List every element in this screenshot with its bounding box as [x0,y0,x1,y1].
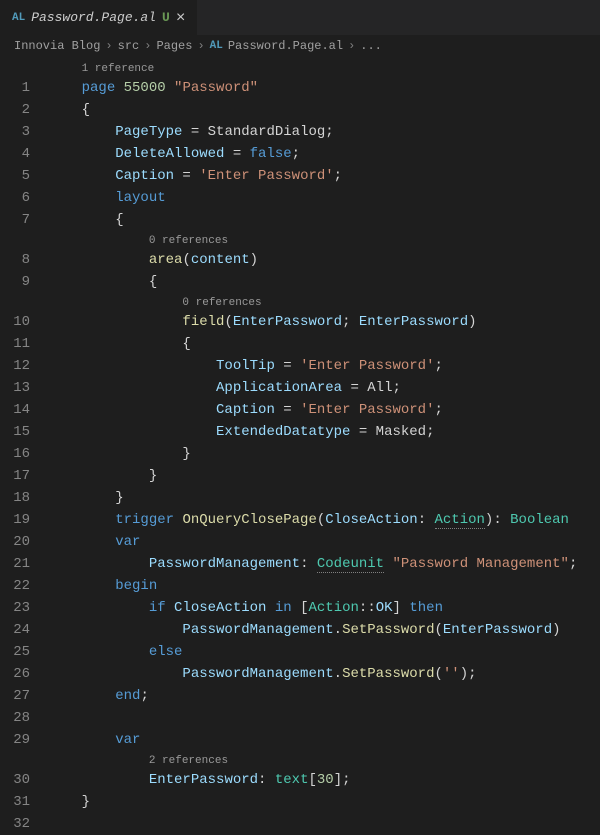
code-line[interactable]: 5 Caption = 'Enter Password'; [0,165,600,187]
line-number: 27 [0,685,48,707]
line-number: 22 [0,575,48,597]
code-editor[interactable]: 1 reference 1 page 55000 "Password" 2 { … [0,57,600,835]
code-line[interactable]: 3 PageType = StandardDialog; [0,121,600,143]
line-number: 31 [0,791,48,813]
code-line[interactable]: 2 { [0,99,600,121]
code-line[interactable]: 11 { [0,333,600,355]
line-number: 9 [0,271,48,293]
code-line[interactable]: 27 end; [0,685,600,707]
line-number: 19 [0,509,48,531]
line-number: 32 [0,813,48,835]
codelens-reference[interactable]: 2 references [149,755,228,767]
line-number: 4 [0,143,48,165]
line-number: 10 [0,311,48,333]
line-number: 8 [0,249,48,271]
code-line[interactable]: 29 var [0,729,600,751]
breadcrumb-file[interactable]: Password.Page.al [228,39,343,53]
chevron-right-icon: › [348,39,355,53]
breadcrumb-part[interactable]: Innovia Blog [14,39,100,53]
breadcrumb-part[interactable]: src [118,39,140,53]
close-icon[interactable]: × [176,9,186,27]
code-line[interactable]: 6 layout [0,187,600,209]
code-line[interactable]: 26 PasswordManagement.SetPassword(''); [0,663,600,685]
breadcrumb[interactable]: Innovia Blog › src › Pages › AL Password… [0,35,600,57]
line-number: 7 [0,209,48,231]
codelens-reference[interactable]: 0 references [182,297,261,309]
line-number: 14 [0,399,48,421]
line-number: 26 [0,663,48,685]
codelens-reference[interactable]: 1 reference [82,63,155,75]
line-number: 12 [0,355,48,377]
line-number: 29 [0,729,48,751]
line-number: 17 [0,465,48,487]
line-number: 6 [0,187,48,209]
code-line[interactable]: 9 { [0,271,600,293]
code-line[interactable]: 17 } [0,465,600,487]
code-line[interactable]: 25 else [0,641,600,663]
line-number: 25 [0,641,48,663]
line-number: 23 [0,597,48,619]
code-line[interactable]: 18 } [0,487,600,509]
code-line[interactable]: 24 PasswordManagement.SetPassword(EnterP… [0,619,600,641]
tab-lang-badge: AL [12,12,25,24]
line-number: 30 [0,769,48,791]
line-number: 11 [0,333,48,355]
chevron-right-icon: › [197,39,204,53]
code-line[interactable]: 8 area(content) [0,249,600,271]
code-line[interactable]: 13 ApplicationArea = All; [0,377,600,399]
code-line[interactable]: 16 } [0,443,600,465]
code-line[interactable]: 10 field(EnterPassword; EnterPassword) [0,311,600,333]
code-line[interactable]: 1 page 55000 "Password" [0,77,600,99]
code-line[interactable]: 14 Caption = 'Enter Password'; [0,399,600,421]
codelens-reference[interactable]: 0 references [149,235,228,247]
line-number: 20 [0,531,48,553]
code-line[interactable]: 32 [0,813,600,835]
line-number: 21 [0,553,48,575]
tab-password-page[interactable]: AL Password.Page.al U × [0,0,198,35]
breadcrumb-lang-badge: AL [210,40,223,52]
breadcrumb-part[interactable]: Pages [156,39,192,53]
code-line[interactable]: 23 if CloseAction in [Action::OK] then [0,597,600,619]
code-line[interactable]: 30 EnterPassword: text[30]; [0,769,600,791]
line-number: 15 [0,421,48,443]
tab-modified-indicator: U [162,10,170,25]
code-line[interactable]: 28 [0,707,600,729]
code-line[interactable]: 15 ExtendedDatatype = Masked; [0,421,600,443]
code-line[interactable]: 4 DeleteAllowed = false; [0,143,600,165]
chevron-right-icon: › [105,39,112,53]
chevron-right-icon: › [144,39,151,53]
line-number: 16 [0,443,48,465]
breadcrumb-more[interactable]: ... [360,39,382,53]
code-line[interactable]: 12 ToolTip = 'Enter Password'; [0,355,600,377]
line-number: 24 [0,619,48,641]
line-number: 13 [0,377,48,399]
line-number: 1 [0,77,48,99]
line-number: 2 [0,99,48,121]
tab-bar: AL Password.Page.al U × [0,0,600,35]
code-line[interactable]: 31 } [0,791,600,813]
line-number: 3 [0,121,48,143]
code-line[interactable]: 19 trigger OnQueryClosePage(CloseAction:… [0,509,600,531]
code-line[interactable]: 21 PasswordManagement: Codeunit "Passwor… [0,553,600,575]
line-number: 28 [0,707,48,729]
line-number: 18 [0,487,48,509]
code-line[interactable]: 20 var [0,531,600,553]
line-number: 5 [0,165,48,187]
tab-filename: Password.Page.al [31,10,156,25]
code-line[interactable]: 7 { [0,209,600,231]
code-line[interactable]: 22 begin [0,575,600,597]
